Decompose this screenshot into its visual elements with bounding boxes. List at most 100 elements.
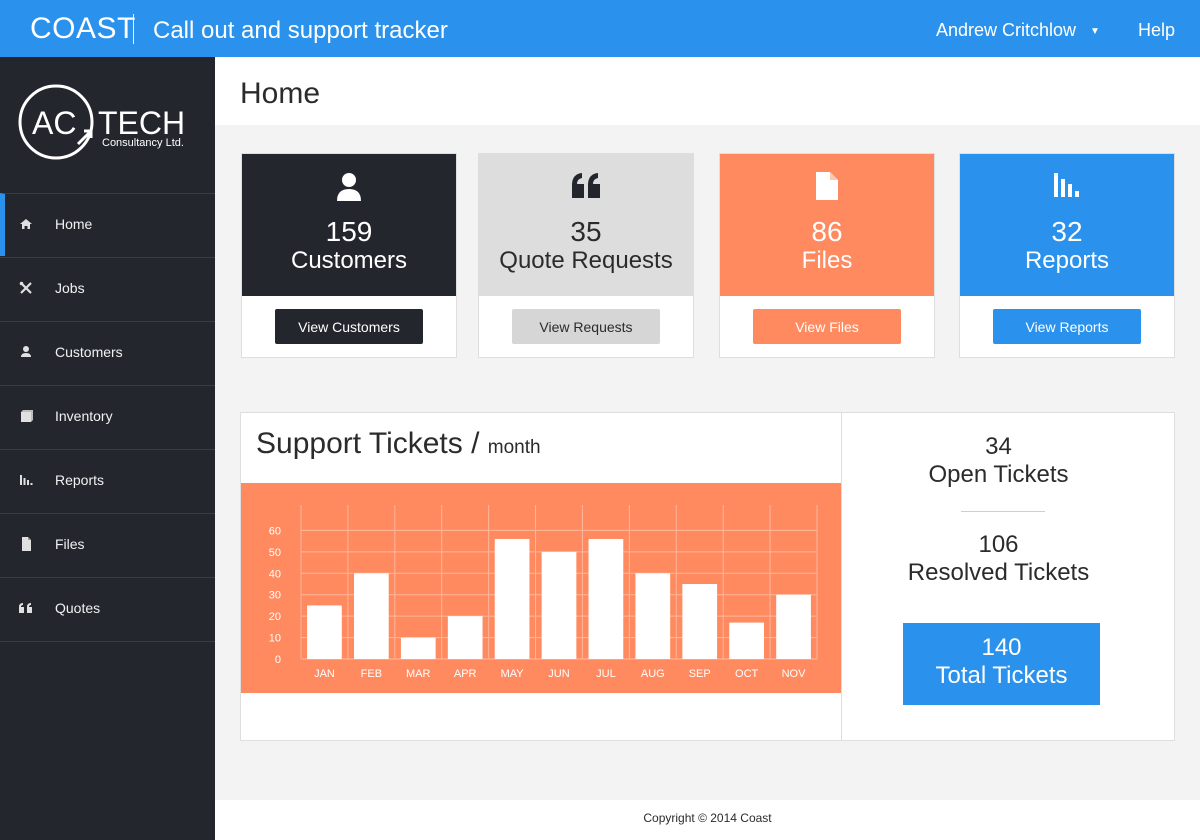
- open-tickets-count: 34: [985, 433, 1012, 460]
- x-tick-label: NOV: [782, 668, 807, 680]
- y-tick-label: 60: [269, 525, 281, 537]
- copyright-text: Copyright © 2014 Coast: [643, 811, 772, 825]
- user-menu[interactable]: Andrew Critchlow ▼: [936, 20, 1100, 41]
- chart-bar: [494, 539, 530, 659]
- sidebar-bottom-divider: [0, 641, 215, 642]
- x-tick-label: OCT: [735, 668, 759, 680]
- chart-bar: [307, 605, 342, 659]
- x-tick-label: APR: [454, 668, 477, 680]
- svg-text:TECH: TECH: [98, 105, 185, 141]
- y-tick-label: 0: [275, 654, 281, 666]
- card-count: 86: [811, 216, 843, 247]
- chart-bar: [541, 551, 577, 659]
- card-count: 32: [1051, 216, 1083, 247]
- user-icon: [21, 346, 31, 357]
- sidebar-item-files[interactable]: Files: [0, 513, 215, 576]
- x-tick-label: SEP: [689, 668, 711, 680]
- chart-bar: [588, 539, 624, 659]
- svg-text:AC: AC: [32, 105, 76, 141]
- y-tick-label: 20: [269, 611, 281, 623]
- sidebar-item-reports[interactable]: Reports: [0, 449, 215, 512]
- card-header: 86 Files: [720, 154, 934, 296]
- app-brand[interactable]: COAST: [30, 12, 136, 46]
- file-icon: [22, 537, 31, 551]
- caret-down-icon: ▼: [1090, 26, 1100, 37]
- svg-text:Consultancy Ltd.: Consultancy Ltd.: [102, 137, 184, 149]
- view-reports-button[interactable]: View Reports: [993, 309, 1141, 344]
- resolved-tickets-stat: 106 Resolved Tickets: [841, 531, 1156, 587]
- card-label: Reports: [1024, 247, 1110, 274]
- card-label: Quote Requests: [499, 247, 673, 274]
- x-tick-label: JUL: [596, 668, 616, 680]
- brand-divider: [133, 14, 134, 44]
- page-title: Home: [240, 77, 321, 110]
- sidebar-item-label: Customers: [55, 344, 123, 360]
- y-tick-label: 40: [269, 568, 281, 580]
- y-tick-label: 50: [269, 547, 281, 559]
- card-count: 159: [325, 216, 373, 247]
- help-link[interactable]: Help: [1138, 20, 1175, 41]
- bar-chart-icon: [20, 475, 33, 485]
- file-icon: [816, 172, 838, 200]
- support-tickets-title: Support Tickets / month: [256, 427, 541, 460]
- sidebar-item-label: Inventory: [55, 408, 113, 424]
- sidebar-item-home[interactable]: Home: [0, 193, 215, 256]
- total-tickets-button[interactable]: 140 Total Tickets: [903, 623, 1100, 705]
- card-header: 159 Customers: [242, 154, 456, 296]
- chart-bar: [354, 573, 389, 659]
- sidebar-item-label: Files: [55, 536, 85, 552]
- stats-divider: [961, 511, 1045, 512]
- footer: Copyright © 2014 Coast: [215, 800, 1200, 840]
- sidebar-item-label: Home: [55, 216, 93, 232]
- x-tick-label: AUG: [641, 668, 665, 680]
- sidebar-item-inventory[interactable]: Inventory: [0, 385, 215, 448]
- resolved-tickets-label: Resolved Tickets: [907, 559, 1090, 586]
- sidebar: AC TECH Consultancy Ltd. Home Jobs Custo…: [0, 57, 215, 840]
- card-header: 32 Reports: [960, 154, 1174, 296]
- files-card: 86 Files View Files: [719, 153, 935, 358]
- sidebar-item-customers[interactable]: Customers: [0, 321, 215, 384]
- quote-icon: [19, 603, 32, 613]
- chart-bar: [400, 637, 436, 659]
- view-requests-button[interactable]: View Requests: [512, 309, 660, 344]
- card-header: 35 Quote Requests: [479, 154, 693, 296]
- chart-bar: [682, 584, 718, 659]
- reports-card: 32 Reports View Reports: [959, 153, 1175, 358]
- customers-card: 159 Customers View Customers: [241, 153, 457, 358]
- chart-bar: [447, 616, 483, 659]
- chart-bar: [729, 622, 764, 659]
- sidebar-item-quotes[interactable]: Quotes: [0, 577, 215, 640]
- top-bar: COAST Call out and support tracker Andre…: [0, 0, 1200, 57]
- x-tick-label: JUN: [548, 668, 569, 680]
- sidebar-item-label: Quotes: [55, 600, 101, 616]
- home-icon: [20, 219, 32, 229]
- y-tick-label: 30: [269, 590, 281, 602]
- chart-bar: [776, 594, 811, 659]
- tickets-subtitle: month: [487, 437, 541, 458]
- sidebar-item-label: Jobs: [55, 280, 85, 296]
- total-tickets-count: 140: [981, 634, 1022, 661]
- bar-chart-icon: [1054, 173, 1079, 197]
- card-label: Files: [801, 247, 853, 274]
- quote-requests-card: 35 Quote Requests View Requests: [478, 153, 694, 358]
- sidebar-item-jobs[interactable]: Jobs: [0, 257, 215, 320]
- x-tick-label: MAY: [501, 668, 525, 680]
- logo-mark: AC TECH Consultancy Ltd.: [18, 84, 185, 160]
- resolved-tickets-count: 106: [978, 531, 1019, 558]
- company-logo[interactable]: AC TECH Consultancy Ltd.: [0, 57, 215, 193]
- view-files-button[interactable]: View Files: [753, 309, 901, 344]
- tickets-chart: 0 10 20 30 40 50 60 JAN FEB MAR APR MAY JUN JUL AUG SEP…: [241, 483, 841, 693]
- page-header: Home: [215, 57, 1200, 125]
- tickets-bar-chart: 0 10 20 30 40 50 60 JAN FEB MAR APR MAY JUN JUL AUG SEP…: [269, 505, 818, 680]
- support-tickets-panel: Support Tickets / month 0 10 20 30 40 50 60 JAN…: [240, 412, 1175, 741]
- total-tickets-label: Total Tickets: [935, 662, 1068, 689]
- open-tickets-label: Open Tickets: [928, 461, 1069, 488]
- quote-icon: [572, 173, 600, 198]
- view-customers-button[interactable]: View Customers: [275, 309, 423, 344]
- chart-bar: [635, 573, 671, 659]
- y-tick-label: 10: [269, 633, 281, 645]
- box-icon: [21, 410, 33, 422]
- tickets-title-text: Support Tickets: [256, 427, 463, 460]
- x-tick-label: FEB: [361, 668, 382, 680]
- x-tick-label: JAN: [314, 668, 335, 680]
